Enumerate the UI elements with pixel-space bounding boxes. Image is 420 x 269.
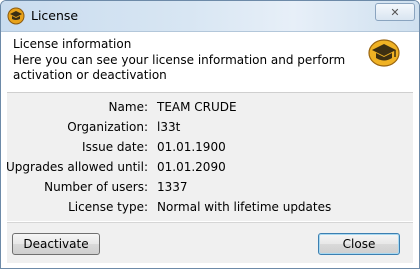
detail-label: Number of users:: [44, 180, 148, 194]
detail-label: Issue date:: [82, 140, 148, 154]
header-description: Here you can see your license informatio…: [13, 53, 346, 82]
window-title: License: [31, 8, 79, 23]
detail-label: Upgrades allowed until:: [6, 160, 148, 174]
button-bar: Deactivate Close: [7, 222, 413, 263]
detail-label: Name:: [108, 100, 148, 114]
detail-value: TEAM CRUDE: [157, 100, 237, 114]
detail-row-users: Number of users: 1337: [7, 180, 413, 198]
detail-row-upgrades: Upgrades allowed until: 01.01.2090: [6, 160, 413, 178]
header-panel: License information Here you can see you…: [7, 32, 413, 93]
title-bar[interactable]: License ✕: [1, 1, 419, 32]
header-title: License information: [13, 37, 132, 51]
close-window-icon[interactable]: ✕: [375, 3, 415, 21]
detail-value: 01.01.1900: [157, 140, 226, 154]
detail-label: License type:: [68, 200, 148, 214]
close-button[interactable]: Close: [318, 233, 400, 255]
app-logo-icon: [7, 7, 25, 25]
detail-value: 01.01.2090: [157, 160, 226, 174]
detail-label: Organization:: [67, 120, 148, 134]
detail-value: l33t: [157, 120, 181, 134]
detail-row-name: Name: TEAM CRUDE: [7, 100, 413, 118]
app-logo-icon: [368, 39, 400, 67]
license-details: Name: TEAM CRUDE Organization: l33t Issu…: [6, 93, 413, 221]
license-dialog: License ✕ License information Here you c…: [0, 0, 420, 269]
detail-row-organization: Organization: l33t: [7, 120, 413, 138]
detail-row-issue-date: Issue date: 01.01.1900: [7, 140, 413, 158]
detail-value: Normal with lifetime updates: [157, 200, 332, 214]
detail-row-license-type: License type: Normal with lifetime updat…: [7, 200, 413, 218]
detail-value: 1337: [157, 180, 188, 194]
deactivate-button[interactable]: Deactivate: [12, 233, 100, 255]
